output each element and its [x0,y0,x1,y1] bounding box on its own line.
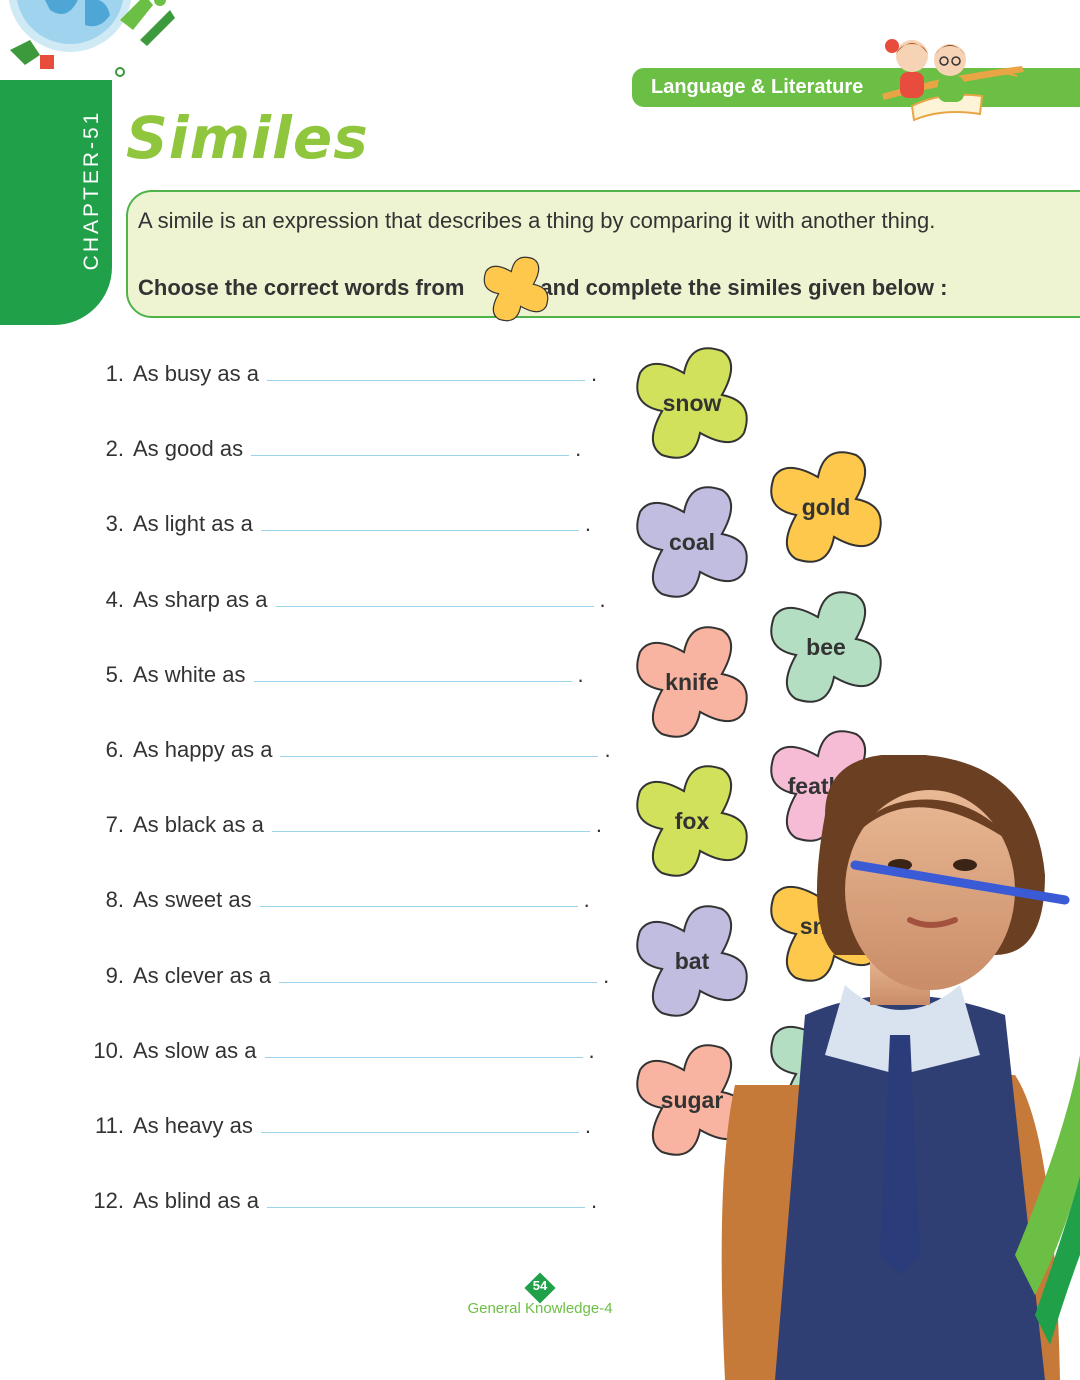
subject-label: Language & Literature [651,76,864,98]
question-number: 12. [93,1188,124,1214]
question-text: As blind as a [133,1188,259,1214]
period: . [599,586,606,612]
answer-blank[interactable] [275,586,594,607]
question-number: 3. [105,511,124,537]
question-item: 6. As happy as a. [88,736,611,766]
word-flower-snow[interactable]: snow [627,338,757,468]
question-item: 10. As slow as a. [88,1037,595,1067]
question-item: 11. As heavy as. [88,1112,591,1142]
question-item: 2. As good as. [88,435,582,465]
question-item: 5. As white as. [88,661,584,691]
answer-blank[interactable] [266,360,585,381]
question-number: 2. [105,436,124,462]
question-item: 3. As light as a. [88,510,591,540]
period: . [590,361,598,386]
question-text: As good as [133,436,244,462]
period: . [577,661,584,687]
reading-kids-illustration [882,39,1024,122]
period: . [588,1037,595,1063]
period: . [584,511,591,537]
answer-blank[interactable] [264,1037,583,1058]
question-text: As light as a [133,511,253,537]
word-label: knife [665,668,719,695]
question-item: 9. As clever as a. [88,962,610,992]
word-flower-knife[interactable]: knife [627,617,757,747]
word-label: coal [668,528,716,555]
girl-photo [721,755,1080,1380]
answer-blank[interactable] [259,886,578,908]
answer-blank[interactable] [260,510,579,532]
question-text: As happy as a [133,737,273,762]
question-text: As heavy as [133,1113,253,1138]
question-text: As clever as a [133,962,272,988]
question-number: 10. [93,1037,124,1063]
question-number: 6. [105,737,124,762]
question-number: 8. [105,887,124,913]
answer-blank[interactable] [251,435,570,457]
question-item: 8. As sweet as. [88,886,590,916]
answer-blank[interactable] [253,661,572,682]
answer-blank[interactable] [271,811,590,833]
question-item: 7. As black as a. [88,811,602,841]
page-title: Similes [126,104,369,172]
question-number: 9. [105,962,124,988]
question-number: 7. [105,812,124,838]
word-label: bee [806,633,846,660]
question-item: 1. As busy as a. [88,360,597,390]
answer-blank[interactable] [279,962,598,983]
page-number: 54 [532,1278,548,1293]
instruction-part-2: and complete the similes given below : [540,275,948,300]
word-label: gold [801,493,851,520]
question-text: As black as a [133,812,264,838]
question-number: 1. [105,361,124,386]
flower-icon [483,256,549,322]
period: . [575,436,582,462]
period: . [604,737,611,762]
simile-definition: A simile is an expression that describes… [138,208,936,233]
period: . [584,1113,591,1138]
word-label: snow [662,389,722,416]
answer-blank[interactable] [266,1187,585,1209]
question-item: 12. As blind as a. [88,1187,597,1217]
word-flower-gold[interactable]: gold [761,442,891,572]
question-number: 5. [105,661,124,687]
period: . [590,1188,598,1214]
answer-blank[interactable] [280,736,599,757]
chapter-label: CHAPTER-51 [80,109,103,271]
question-text: As sweet as [133,887,252,913]
period: . [595,812,602,838]
question-number: 4. [105,586,124,612]
question-text: As sharp as a [133,586,268,612]
question-text: As white as [133,661,246,687]
question-text: As busy as a [133,361,259,386]
instruction-part-1: Choose the correct words from [138,275,465,300]
book-title: General Knowledge-4 [467,1300,613,1317]
word-flower-coal[interactable]: coal [627,477,757,607]
word-flower-bee[interactable]: bee [761,582,891,712]
period: . [583,887,590,913]
question-number: 11. [95,1113,124,1138]
period: . [603,962,610,988]
question-text: As slow as a [133,1037,257,1063]
answer-blank[interactable] [260,1112,579,1133]
question-item: 4. As sharp as a. [88,586,606,616]
